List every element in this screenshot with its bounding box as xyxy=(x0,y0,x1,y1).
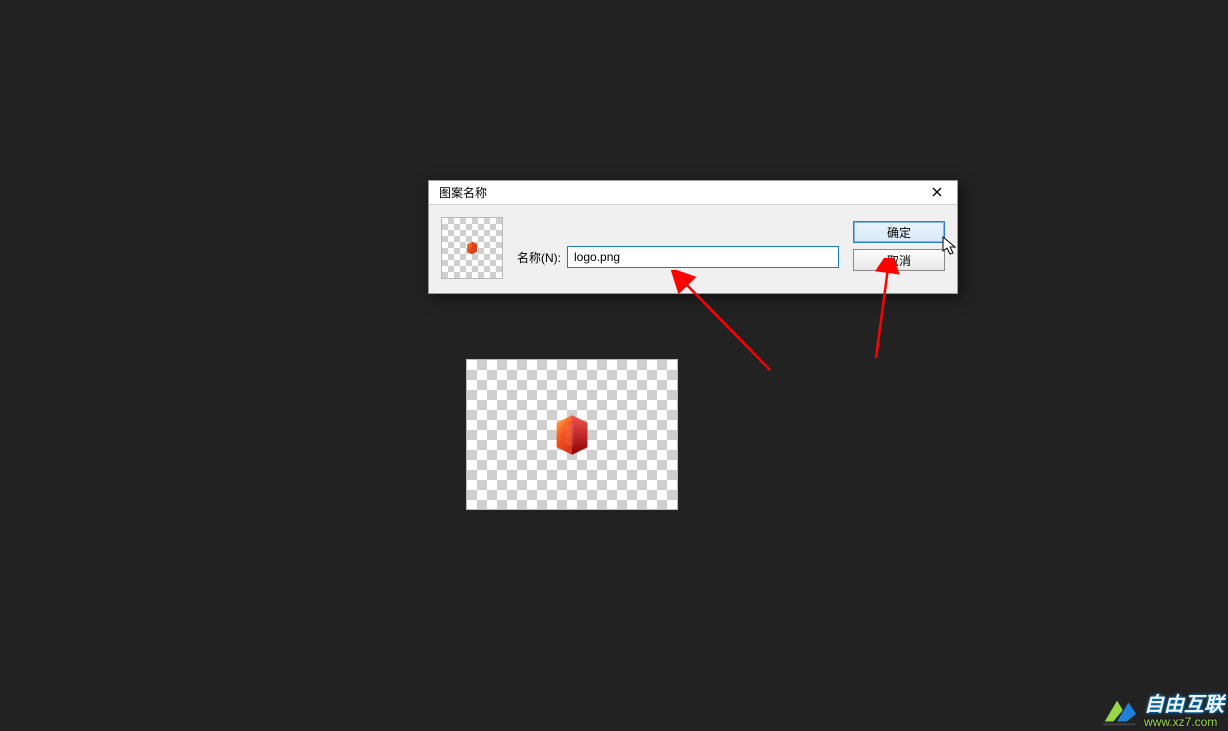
dialog-body: 名称(N): 确定 取消 xyxy=(429,205,957,293)
pattern-name-input[interactable] xyxy=(567,246,839,268)
watermark: 自由互联 www.xz7.com xyxy=(1100,693,1224,731)
name-row: 名称(N): xyxy=(517,217,839,279)
name-label: 名称(N): xyxy=(517,249,561,266)
watermark-line2: www.xz7.com xyxy=(1144,716,1224,729)
pattern-name-dialog: 图案名称 xyxy=(428,180,958,294)
watermark-text: 自由互联 www.xz7.com xyxy=(1144,695,1224,729)
cancel-button[interactable]: 取消 xyxy=(853,249,945,271)
close-icon xyxy=(932,186,942,200)
watermark-logo-icon xyxy=(1100,693,1138,731)
dialog-titlebar[interactable]: 图案名称 xyxy=(429,181,957,205)
office-logo-icon xyxy=(465,241,479,255)
pattern-preview-thumb xyxy=(441,217,503,279)
close-button[interactable] xyxy=(923,183,951,203)
dialog-title: 图案名称 xyxy=(439,184,923,201)
dialog-buttons: 确定 取消 xyxy=(853,217,945,279)
watermark-line1: 自由互联 xyxy=(1144,695,1224,716)
office-logo-icon xyxy=(550,413,594,457)
canvas-preview[interactable] xyxy=(466,359,678,510)
ok-button[interactable]: 确定 xyxy=(853,221,945,243)
